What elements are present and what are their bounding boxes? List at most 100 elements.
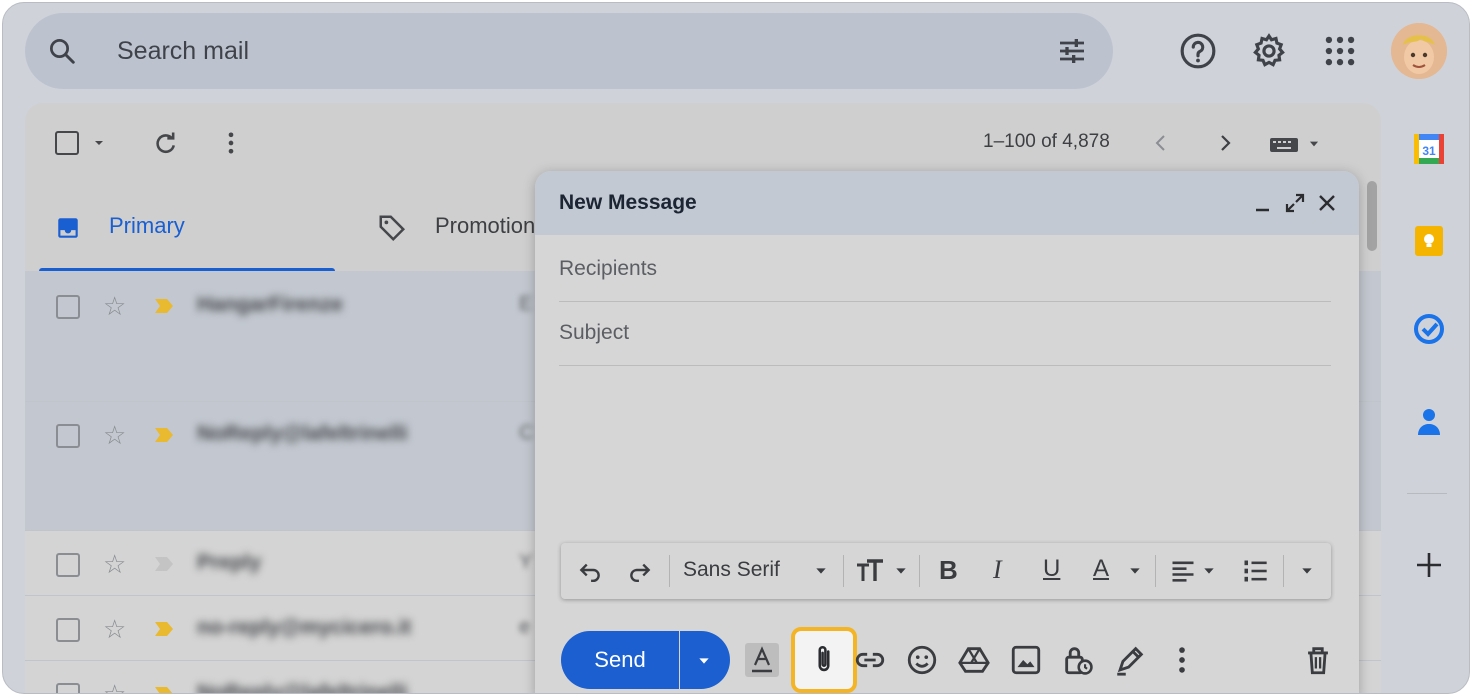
email-sender: NoReply@lafeltrinelli xyxy=(197,422,408,445)
star-icon[interactable]: ☆ xyxy=(103,616,126,642)
expand-icon[interactable] xyxy=(1283,191,1307,215)
compose-window: New Message Recipients Subject Sans Seri… xyxy=(535,171,1359,693)
email-sender: NoReply@lafeltrinelli xyxy=(197,681,408,694)
bold-button[interactable]: B xyxy=(939,555,958,586)
calendar-day: 31 xyxy=(1422,144,1436,158)
star-icon[interactable]: ☆ xyxy=(103,422,126,448)
inbox-icon xyxy=(58,218,78,238)
drive-icon[interactable] xyxy=(957,643,991,677)
discard-draft-icon[interactable] xyxy=(1301,643,1335,677)
important-marker-icon[interactable] xyxy=(155,557,173,571)
font-size-icon[interactable] xyxy=(855,557,887,585)
emoji-icon[interactable] xyxy=(905,643,939,677)
search-input[interactable]: Search mail xyxy=(117,37,249,66)
chevron-down-icon[interactable] xyxy=(91,135,107,151)
compose-title: New Message xyxy=(559,191,697,214)
confidential-mode-icon[interactable] xyxy=(1061,643,1095,677)
insert-link-icon[interactable] xyxy=(853,643,887,677)
calendar-icon[interactable]: 31 xyxy=(1411,131,1447,167)
formatting-options-icon[interactable] xyxy=(745,643,779,677)
search-bar[interactable]: Search mail xyxy=(25,13,1113,89)
recipients-placeholder: Recipients xyxy=(559,257,658,280)
email-snippet: Y xyxy=(519,551,533,573)
chevron-left-icon[interactable] xyxy=(1149,131,1173,155)
italic-button[interactable]: I xyxy=(993,555,1002,585)
help-icon[interactable] xyxy=(1179,32,1217,70)
avatar-image xyxy=(1391,23,1447,79)
important-marker-icon[interactable] xyxy=(155,428,173,442)
important-marker-icon[interactable] xyxy=(155,299,173,313)
row-checkbox[interactable] xyxy=(56,295,80,319)
email-sender: Preply xyxy=(197,551,262,574)
tab-primary[interactable]: Primary xyxy=(109,213,185,239)
recipients-field[interactable]: Recipients xyxy=(559,237,1331,302)
email-snippet: E xyxy=(519,293,533,315)
email-snippet: e xyxy=(519,616,531,638)
chevron-down-icon[interactable] xyxy=(893,563,909,579)
chevron-down-icon[interactable] xyxy=(1127,563,1143,579)
redo-icon[interactable] xyxy=(627,557,653,583)
message-body[interactable] xyxy=(559,367,1331,537)
keyboard-icon[interactable] xyxy=(1269,135,1303,155)
scrollbar-thumb[interactable] xyxy=(1367,181,1377,251)
subject-field[interactable]: Subject xyxy=(559,301,1331,366)
numbered-list-icon[interactable] xyxy=(1241,557,1269,585)
chevron-down-icon[interactable] xyxy=(1299,563,1315,579)
tasks-icon[interactable] xyxy=(1411,311,1447,347)
search-icon[interactable] xyxy=(47,36,77,66)
tune-icon[interactable] xyxy=(1055,35,1089,67)
important-marker-icon[interactable] xyxy=(155,622,173,636)
signature-icon[interactable] xyxy=(1113,643,1147,677)
more-vert-icon[interactable] xyxy=(217,129,245,157)
attach-icon xyxy=(818,646,830,672)
row-checkbox[interactable] xyxy=(56,618,80,642)
minimize-icon[interactable] xyxy=(1251,191,1275,215)
apps-icon[interactable] xyxy=(1321,32,1359,70)
attach-file-button[interactable] xyxy=(791,627,857,693)
toolbar-divider xyxy=(669,555,670,587)
row-checkbox[interactable] xyxy=(56,553,80,577)
email-sender: HangarFirenze xyxy=(197,293,343,316)
chevron-down-icon[interactable] xyxy=(1201,563,1217,579)
star-icon[interactable]: ☆ xyxy=(103,551,126,577)
row-checkbox[interactable] xyxy=(56,683,80,693)
pagination-label: 1–100 of 4,878 xyxy=(983,131,1110,152)
contacts-icon[interactable] xyxy=(1411,403,1447,439)
toolbar-divider xyxy=(1283,555,1284,587)
add-icon[interactable] xyxy=(1411,547,1447,583)
send-button[interactable]: Send xyxy=(561,631,679,689)
keep-icon[interactable] xyxy=(1411,223,1447,259)
select-checkbox[interactable] xyxy=(55,131,79,155)
undo-icon[interactable] xyxy=(577,557,603,583)
chevron-right-icon[interactable] xyxy=(1213,131,1237,155)
star-icon[interactable]: ☆ xyxy=(103,681,126,693)
refresh-icon[interactable] xyxy=(151,129,179,157)
subject-placeholder: Subject xyxy=(559,321,630,344)
email-snippet: C xyxy=(519,422,534,444)
formatting-toolbar: Sans Serif B I U A xyxy=(561,543,1331,599)
star-icon[interactable]: ☆ xyxy=(103,293,126,319)
rail-divider xyxy=(1407,493,1447,494)
text-color-button[interactable]: A xyxy=(1093,555,1109,583)
close-icon[interactable] xyxy=(1315,191,1339,215)
row-checkbox[interactable] xyxy=(56,424,80,448)
align-left-icon[interactable] xyxy=(1169,557,1197,585)
font-family-select[interactable]: Sans Serif xyxy=(683,558,780,582)
tab-promotions[interactable]: Promotions xyxy=(435,213,546,239)
toolbar-divider xyxy=(843,555,844,587)
more-options-icon[interactable] xyxy=(1165,643,1199,677)
important-marker-icon[interactable] xyxy=(155,687,173,694)
chevron-down-icon[interactable] xyxy=(1307,137,1321,151)
settings-icon[interactable] xyxy=(1250,32,1288,70)
chevron-down-icon[interactable] xyxy=(813,563,829,579)
insert-photo-icon[interactable] xyxy=(1009,643,1043,677)
tag-icon xyxy=(379,215,406,242)
chevron-down-icon xyxy=(699,658,709,664)
toolbar-divider xyxy=(919,555,920,587)
email-sender: no-reply@mycicero.it xyxy=(197,616,412,639)
avatar[interactable] xyxy=(1391,23,1447,79)
send-options-button[interactable] xyxy=(680,631,730,689)
compose-header[interactable]: New Message xyxy=(535,171,1359,235)
app-window: Search mail 1–100 of 4,878 Primary Promo… xyxy=(2,2,1470,694)
underline-button[interactable]: U xyxy=(1043,555,1060,583)
